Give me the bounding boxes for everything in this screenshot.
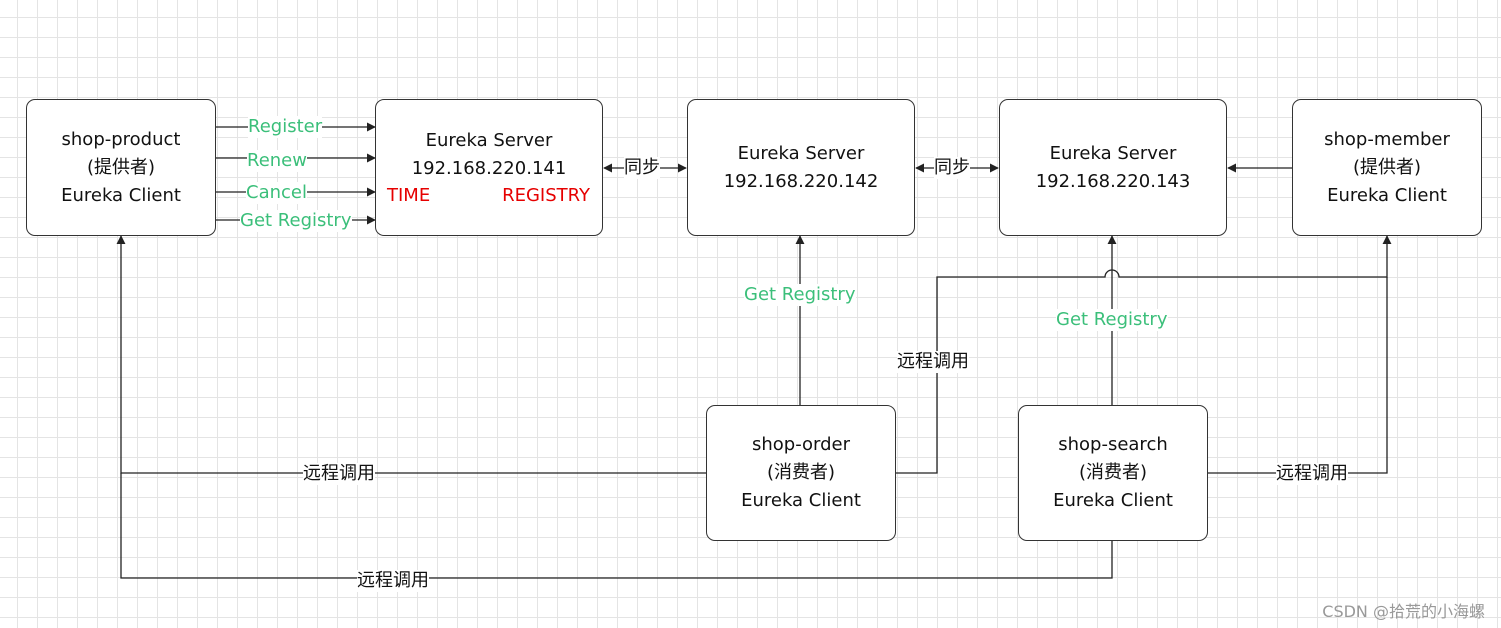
register-label: Register bbox=[248, 116, 323, 138]
shop-order-node[interactable]: shop-order (消费者) Eureka Client bbox=[706, 405, 896, 541]
node-name: Eureka Server bbox=[1049, 142, 1177, 164]
sync-label-1: 同步 bbox=[624, 157, 660, 179]
registry-label: REGISTRY bbox=[502, 185, 590, 206]
architecture-diagram: shop-product (提供者) Eureka Client Eureka … bbox=[0, 0, 1501, 628]
node-name: Eureka Server bbox=[425, 130, 553, 151]
sync-label-2: 同步 bbox=[934, 157, 970, 179]
order-to-product-arrow bbox=[116, 235, 706, 474]
order-get-registry-label: Get Registry bbox=[744, 284, 856, 306]
shop-member-node[interactable]: shop-member (提供者) Eureka Client bbox=[1292, 99, 1482, 236]
get-registry-label: Get Registry bbox=[240, 210, 352, 232]
node-role: (提供者) bbox=[86, 156, 156, 178]
watermark: CSDN @拾荒的小海螺 bbox=[1322, 602, 1485, 621]
cancel-label: Cancel bbox=[246, 182, 307, 204]
search-to-product-line bbox=[120, 473, 1113, 579]
node-ip: 192.168.220.142 bbox=[723, 170, 879, 192]
eureka-server-1-node[interactable]: Eureka Server 192.168.220.141 TIME REGIS… bbox=[375, 99, 603, 236]
eureka-server-3-node[interactable]: Eureka Server 192.168.220.143 bbox=[999, 99, 1227, 236]
node-name: Eureka Server bbox=[737, 142, 865, 164]
shop-search-node[interactable]: shop-search (消费者) Eureka Client bbox=[1018, 405, 1208, 541]
node-name: shop-product bbox=[61, 128, 181, 150]
shop-product-node[interactable]: shop-product (提供者) Eureka Client bbox=[26, 99, 216, 236]
node-name: shop-search bbox=[1058, 434, 1168, 455]
node-type: Eureka Client bbox=[1053, 490, 1173, 511]
time-label: TIME bbox=[387, 185, 431, 206]
node-name: shop-member bbox=[1324, 128, 1450, 150]
node-type: Eureka Client bbox=[741, 490, 861, 511]
node-name: shop-order bbox=[751, 434, 851, 455]
remote-call-search-member-label: 远程调用 bbox=[1276, 463, 1348, 485]
renew-label: Renew bbox=[247, 150, 307, 172]
remote-call-order-product-label: 远程调用 bbox=[303, 463, 375, 485]
node-ip: 192.168.220.141 bbox=[411, 158, 567, 179]
node-role: (提供者) bbox=[1352, 156, 1422, 178]
node-type: Eureka Client bbox=[61, 184, 181, 206]
search-to-member-line bbox=[1208, 277, 1388, 474]
node-ip: 192.168.220.143 bbox=[1035, 170, 1191, 192]
remote-call-search-product-label: 远程调用 bbox=[357, 570, 429, 592]
node-type: Eureka Client bbox=[1327, 184, 1447, 206]
node-role: (消费者) bbox=[766, 462, 836, 483]
search-get-registry-label: Get Registry bbox=[1056, 309, 1168, 331]
remote-call-order-member-label: 远程调用 bbox=[897, 351, 969, 373]
eureka-server-2-node[interactable]: Eureka Server 192.168.220.142 bbox=[687, 99, 915, 236]
node-role: (消费者) bbox=[1078, 462, 1148, 483]
